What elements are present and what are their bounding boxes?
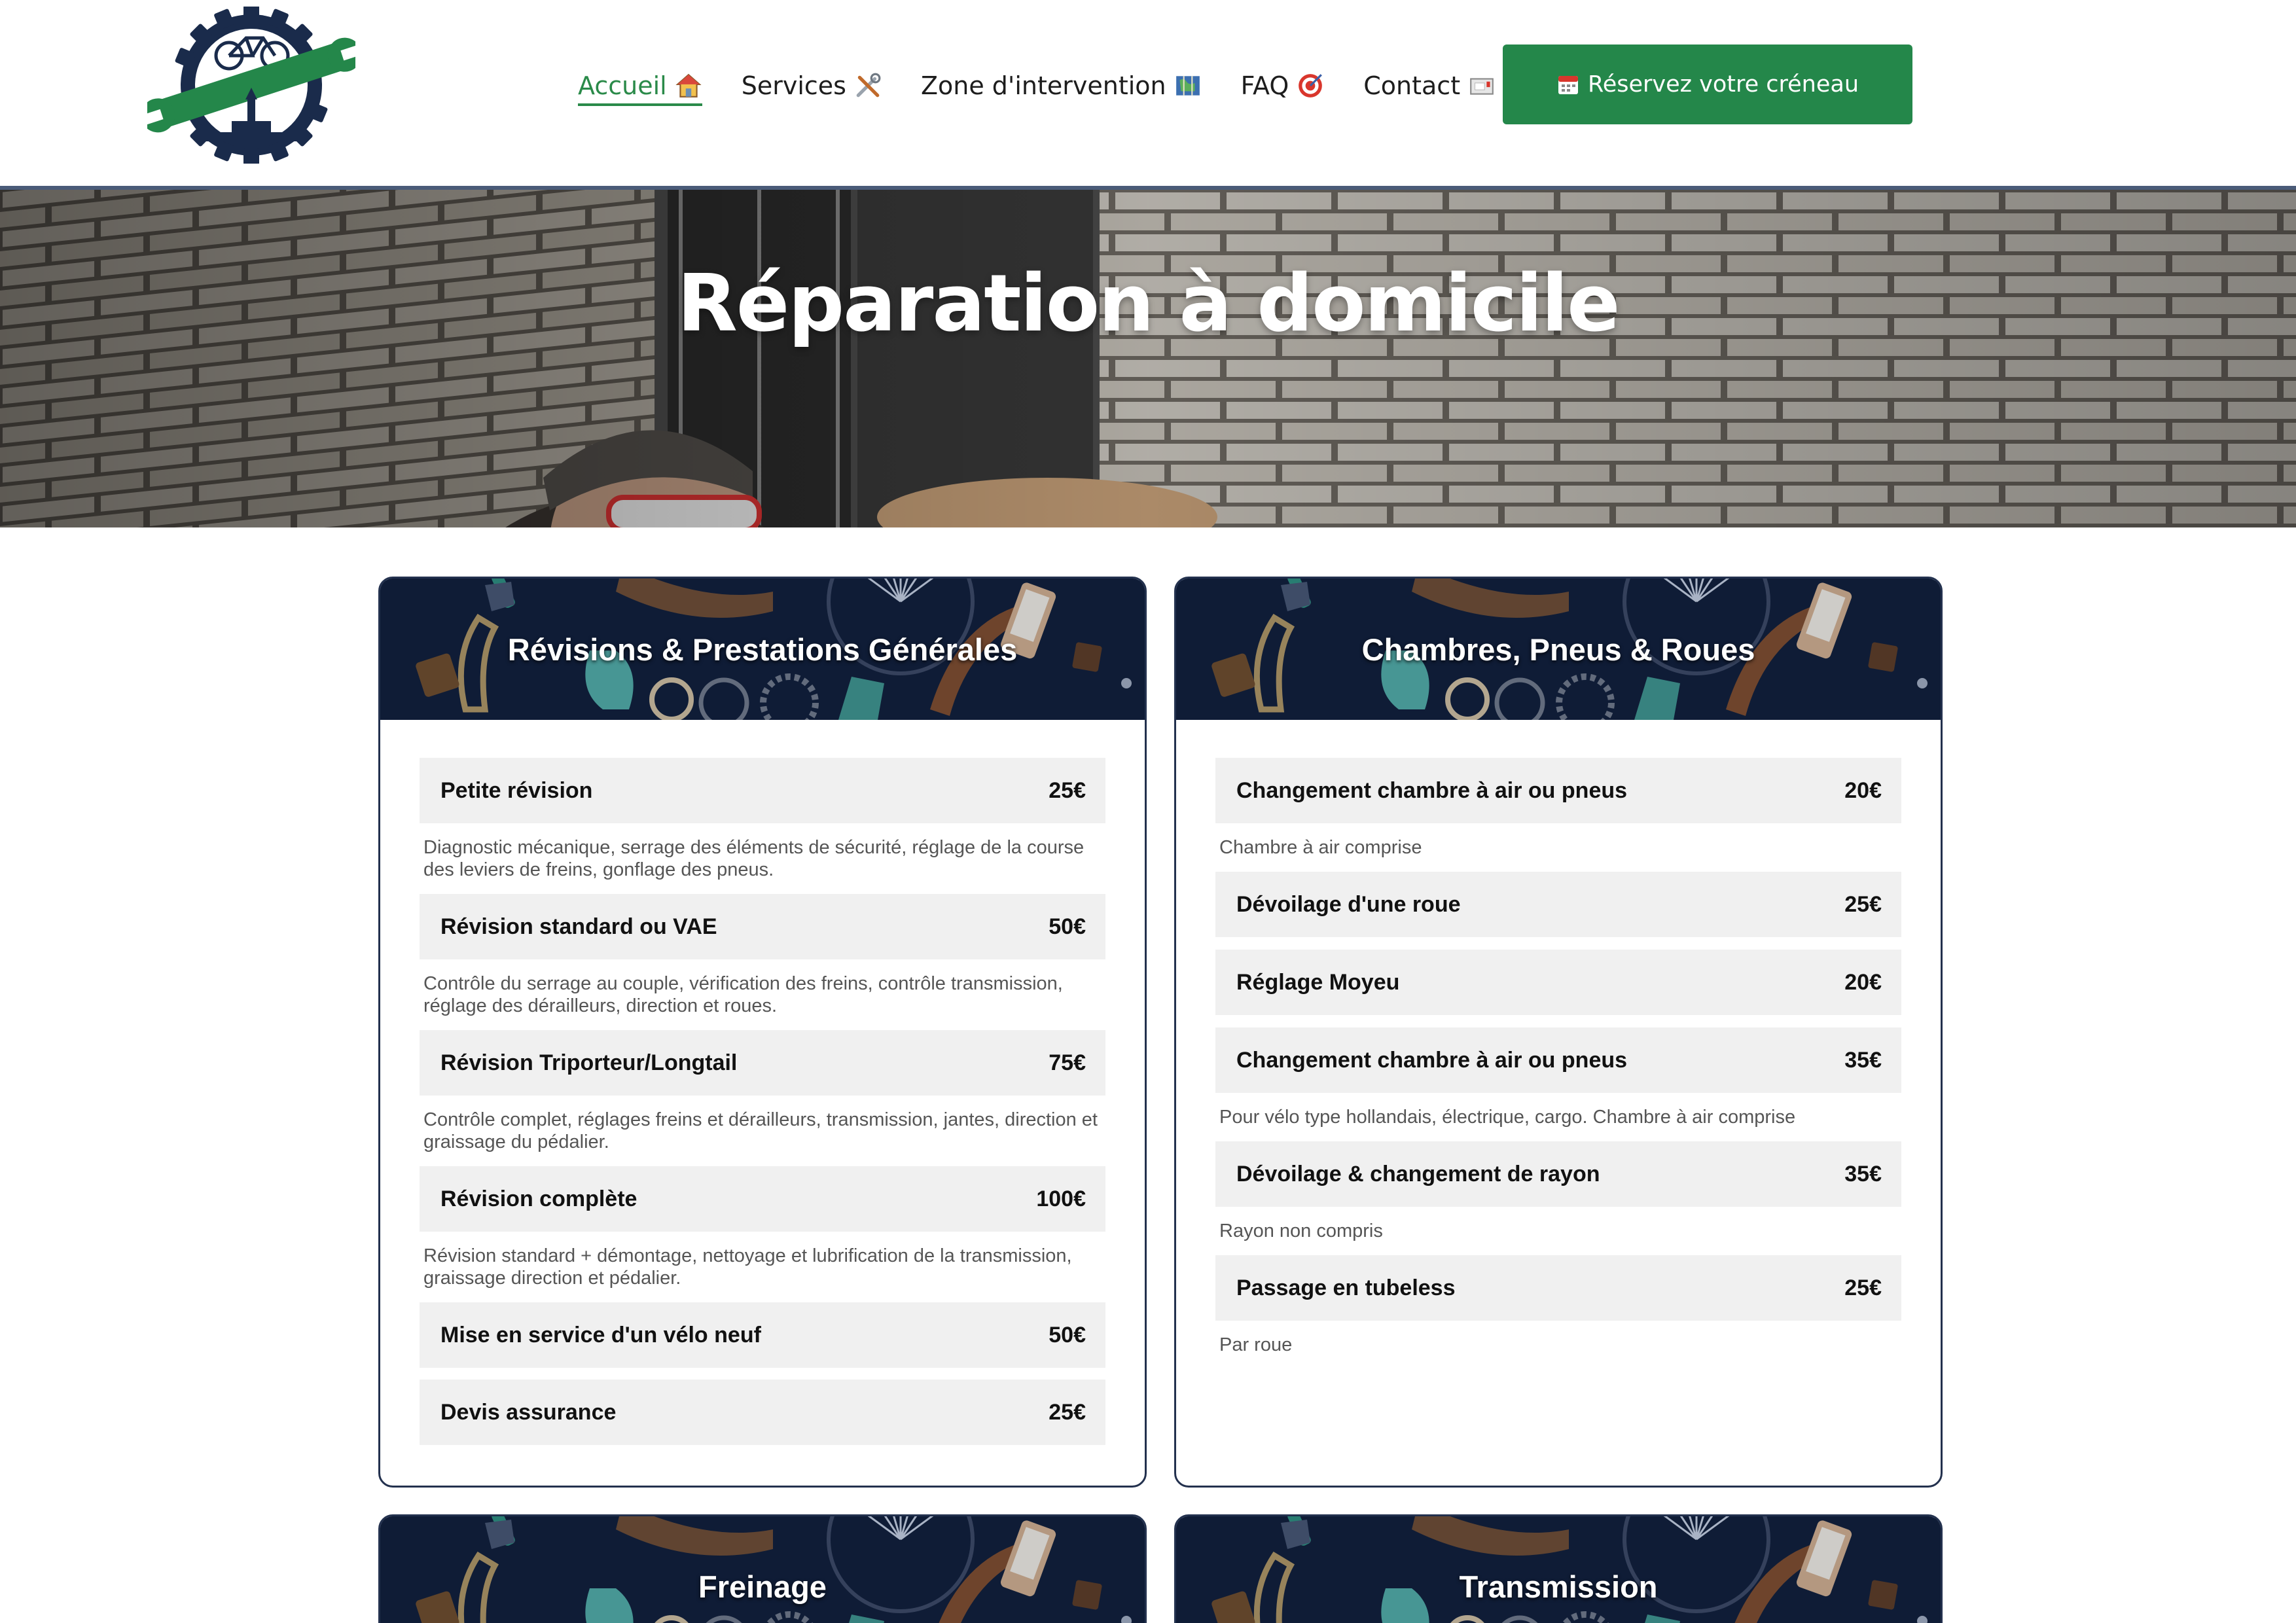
service-description: Rayon non compris bbox=[1219, 1221, 1383, 1241]
price-row: Petite révision 25€ bbox=[420, 758, 1105, 823]
service-description: Pour vélo type hollandais, électrique, c… bbox=[1219, 1107, 1796, 1128]
price-row: Révision Triporteur/Longtail 75€ bbox=[420, 1030, 1105, 1096]
service-price: 25€ bbox=[1049, 777, 1086, 803]
nav-item-faq[interactable]: FAQ bbox=[1241, 63, 1325, 109]
tools-icon bbox=[856, 73, 881, 98]
service-description: Révision standard + démontage, nettoyage… bbox=[423, 1245, 1072, 1289]
service-name: Devis assurance bbox=[440, 1399, 617, 1425]
card-header: Freinage bbox=[380, 1516, 1145, 1623]
price-row: Devis assurance 25€ bbox=[420, 1380, 1105, 1445]
card-tubes-tyres-wheels: Chambres, Pneus & Roues Changement chamb… bbox=[1174, 577, 1943, 1488]
price-row: Dévoilage d'une roue 25€ bbox=[1215, 872, 1901, 937]
service-price: 20€ bbox=[1844, 777, 1882, 803]
nav-label: Zone d'intervention bbox=[920, 71, 1166, 100]
price-row: Changement chambre à air ou pneus 35€ bbox=[1215, 1027, 1901, 1093]
service-description: Contrôle complet, réglages freins et dér… bbox=[423, 1109, 1098, 1152]
house-icon bbox=[675, 73, 702, 98]
nav-label: Services bbox=[741, 71, 846, 100]
service-price: 20€ bbox=[1844, 969, 1882, 995]
service-description: Par roue bbox=[1219, 1334, 1293, 1355]
price-row: Dévoilage & changement de rayon 35€ bbox=[1215, 1141, 1901, 1207]
book-slot-button[interactable]: Réservez votre créneau bbox=[1503, 45, 1912, 124]
service-price: 50€ bbox=[1049, 1322, 1086, 1347]
service-price: 25€ bbox=[1844, 891, 1882, 917]
service-description: Diagnostic mécanique, serrage des élémen… bbox=[423, 837, 1085, 880]
card-general-services: Révisions & Prestations Générales Petite… bbox=[378, 577, 1147, 1488]
service-price: 35€ bbox=[1844, 1047, 1882, 1073]
card-header: Révisions & Prestations Générales bbox=[380, 579, 1145, 720]
service-description: Contrôle du serrage au couple, vérificat… bbox=[423, 973, 1063, 1016]
mailbox-icon bbox=[1470, 78, 1494, 95]
service-name: Changement chambre à air ou pneus bbox=[1236, 777, 1628, 803]
card-braking: Freinage bbox=[378, 1514, 1147, 1623]
service-name: Révision Triporteur/Longtail bbox=[440, 1050, 738, 1075]
nav-item-contact[interactable]: Contact bbox=[1363, 63, 1496, 109]
page-title: Réparation à domicile bbox=[677, 259, 1620, 349]
nav-label: Contact bbox=[1363, 71, 1461, 100]
main-nav: Accueil Services Zone d'intervention FAQ… bbox=[578, 63, 1535, 109]
price-row: Passage en tubeless 25€ bbox=[1215, 1255, 1901, 1321]
service-name: Révision standard ou VAE bbox=[440, 914, 717, 939]
hero-background-image bbox=[0, 190, 2296, 527]
nav-item-accueil[interactable]: Accueil bbox=[578, 63, 702, 109]
service-name: Révision complète bbox=[440, 1186, 637, 1211]
service-price: 25€ bbox=[1844, 1275, 1882, 1300]
nav-item-zone[interactable]: Zone d'intervention bbox=[921, 63, 1202, 109]
service-price: 35€ bbox=[1844, 1161, 1882, 1186]
calendar-icon bbox=[1558, 76, 1578, 94]
card-title: Chambres, Pneus & Roues bbox=[1361, 632, 1755, 667]
service-name: Changement chambre à air ou pneus bbox=[1236, 1047, 1628, 1073]
service-price: 25€ bbox=[1049, 1399, 1086, 1425]
card-transmission: Transmission bbox=[1174, 1514, 1943, 1623]
card-title: Révisions & Prestations Générales bbox=[507, 632, 1018, 667]
service-price: 100€ bbox=[1036, 1186, 1086, 1211]
service-name: Réglage Moyeu bbox=[1236, 969, 1400, 995]
card-header: Transmission bbox=[1176, 1516, 1941, 1623]
site-header: Accueil Services Zone d'intervention FAQ… bbox=[0, 0, 2296, 190]
price-row: Révision standard ou VAE 50€ bbox=[420, 894, 1105, 959]
card-title: Freinage bbox=[698, 1569, 827, 1604]
service-name: Mise en service d'un vélo neuf bbox=[440, 1322, 761, 1347]
service-name: Dévoilage d'une roue bbox=[1236, 891, 1461, 917]
price-row: Mise en service d'un vélo neuf 50€ bbox=[420, 1302, 1105, 1368]
price-row: Réglage Moyeu 20€ bbox=[1215, 950, 1901, 1015]
card-header: Chambres, Pneus & Roues bbox=[1176, 579, 1941, 720]
service-name: Passage en tubeless bbox=[1236, 1275, 1456, 1300]
service-name: Dévoilage & changement de rayon bbox=[1236, 1161, 1600, 1186]
card-title: Transmission bbox=[1459, 1569, 1658, 1604]
nav-item-services[interactable]: Services bbox=[742, 63, 882, 109]
service-price: 50€ bbox=[1049, 914, 1086, 939]
nav-label: Accueil bbox=[578, 71, 667, 100]
target-icon bbox=[1299, 74, 1323, 98]
service-name: Petite révision bbox=[440, 777, 593, 803]
price-row: Révision complète 100€ bbox=[420, 1166, 1105, 1232]
service-price: 75€ bbox=[1049, 1050, 1086, 1075]
price-row: Changement chambre à air ou pneus 20€ bbox=[1215, 758, 1901, 823]
nav-label: FAQ bbox=[1240, 71, 1289, 100]
hero-banner bbox=[0, 190, 2296, 527]
service-description: Chambre à air comprise bbox=[1219, 837, 1422, 858]
book-slot-label: Réservez votre créneau bbox=[1587, 71, 1859, 98]
logo[interactable] bbox=[147, 7, 355, 164]
map-icon bbox=[1175, 76, 1200, 96]
